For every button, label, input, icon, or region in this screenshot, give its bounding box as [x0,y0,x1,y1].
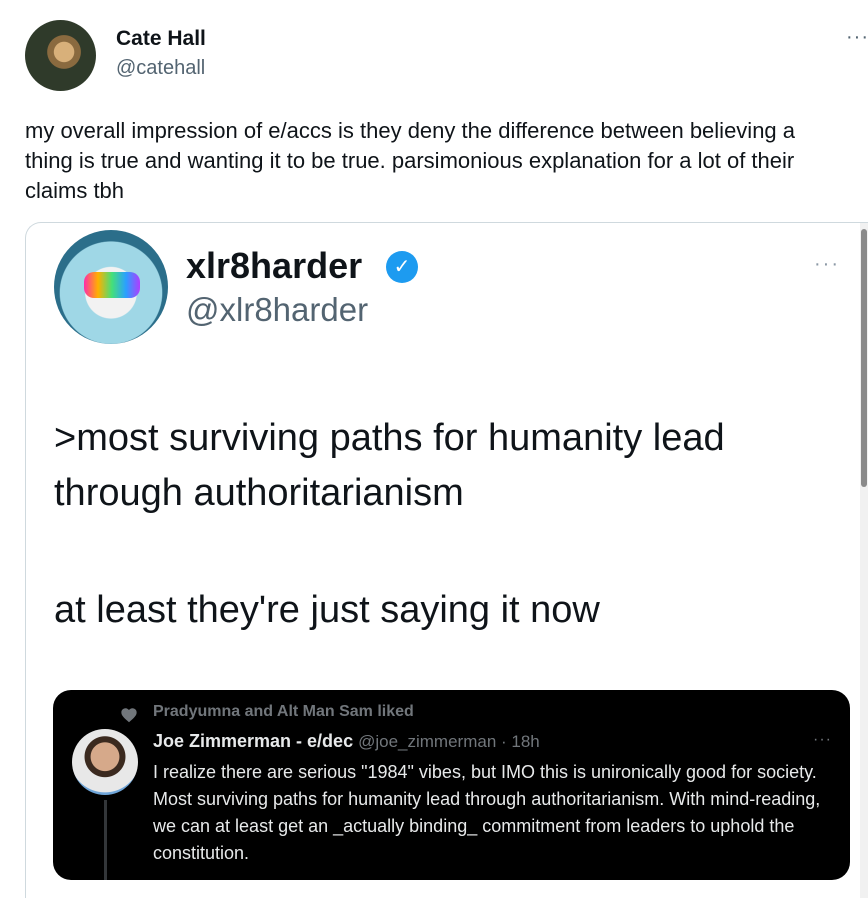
author-handle[interactable]: @catehall [116,57,205,80]
quoted-paragraph: >most surviving paths for humanity lead … [54,417,725,514]
liked-by-text: Pradyumna and Alt Man Sam liked [153,703,414,720]
more-icon: ··· [813,731,832,748]
more-icon[interactable]: ··· [814,253,840,276]
author-name[interactable]: Cate Hall [116,27,206,51]
embed-tweet-text: I realize there are serious "1984" vibes… [153,762,821,863]
embed-author-line: Joe Zimmerman - e/dec @joe_zimmerman · 1… [153,731,540,752]
scrollbar[interactable] [860,223,868,898]
embed-author-handle-time: @joe_zimmerman · 18h [358,732,540,751]
avatar-goggles [84,272,140,298]
scrollbar-thumb[interactable] [861,229,867,487]
author-avatar[interactable] [25,20,96,91]
embed-author-avatar [72,729,138,795]
thread-line [104,800,107,880]
heart-icon [121,708,137,723]
embed-author-name: Joe Zimmerman - e/dec [153,731,354,751]
quoted-tweet-text: >most surviving paths for humanity lead … [54,411,854,638]
more-icon[interactable]: ··· [846,26,868,49]
tweet-text: my overall impression of e/accs is they … [25,118,796,203]
quoted-author-name[interactable]: xlr8harder [186,245,362,287]
quoted-author-avatar[interactable] [54,230,168,344]
embedded-screenshot: Pradyumna and Alt Man Sam liked Joe Zimm… [53,690,850,880]
verified-badge-icon: ✓ [386,251,418,283]
quoted-tweet-card[interactable]: xlr8harder ✓ @xlr8harder ··· >most survi… [25,222,868,898]
quoted-paragraph: at least they're just saying it now [54,589,600,631]
tweet: Cate Hall @catehall ··· my overall impre… [0,0,868,898]
quoted-author-handle[interactable]: @xlr8harder [186,291,368,329]
